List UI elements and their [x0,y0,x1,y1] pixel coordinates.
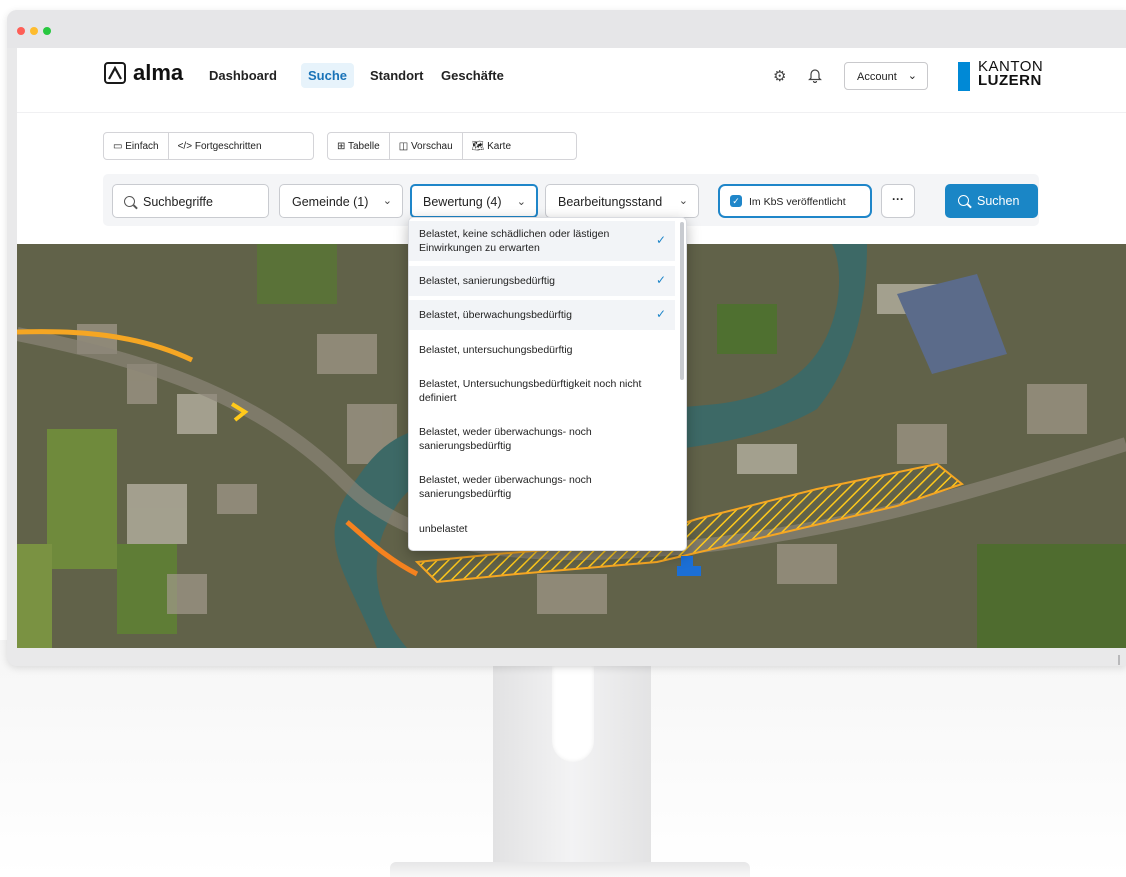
dropdown-option[interactable]: Belastet, sanierungsbedürftig ✓ [409,266,675,296]
nav-dashboard[interactable]: Dashboard [202,63,284,88]
app-screen: alma Dashboard Suche Standort Geschäfte … [17,48,1126,648]
bearbeitungsstand-filter[interactable]: Bearbeitungsstand ⌄ [545,184,699,218]
search-button-label: Suchen [977,194,1020,208]
search-icon [124,196,135,207]
option-label: Belastet, sanierungsbedürftig [419,275,556,287]
chevron-down-icon: ⌄ [382,195,392,207]
logo-text[interactable]: alma [133,60,183,86]
search-button[interactable]: Suchen [945,184,1038,218]
option-label: Belastet, weder überwachungs- noch sanie… [419,474,592,500]
view-tabelle-label: Tabelle [348,141,380,152]
option-label: Belastet, keine schädlichen oder lästige… [419,228,610,254]
dropdown-option[interactable]: Belastet, weder überwachungs- noch sanie… [409,421,675,461]
minimize-dot[interactable] [30,27,38,35]
mode-fortgeschritten-label: Fortgeschritten [194,141,262,152]
mode-einfach-label: Einfach [125,141,159,152]
nav-standort[interactable]: Standort [363,63,430,88]
monitor: alma Dashboard Suche Standort Geschäfte … [7,10,1126,666]
preview-icon: ◫ [398,141,409,152]
notification-bell-icon[interactable] [808,68,822,84]
gemeinde-label: Gemeinde (1) [292,195,369,209]
map-icon: 🗺 [471,141,485,152]
option-label: Belastet, untersuchungsbedürftig [419,344,573,356]
option-label: Belastet, weder überwachungs- noch sanie… [419,426,592,452]
check-icon: ✓ [655,233,666,247]
more-options-button[interactable]: ··· [881,184,915,218]
search-input[interactable]: Suchbegriffe [112,184,269,218]
search-mode-toggle: ▭ Einfach </> Fortgeschritten [103,132,314,160]
kbs-published-checkbox[interactable]: ✓ Im KbS veröffentlicht [718,184,872,218]
settings-gear-icon[interactable]: ⚙ [773,67,786,85]
search-icon [958,195,969,206]
view-tabelle-button[interactable]: ⊞ Tabelle [328,133,390,159]
kanton-luzern-brand: KANTON LUZERN [978,59,1043,89]
kanton-luzern-logo-icon [958,62,970,91]
dropdown-option[interactable]: Belastet, Untersuchungsbedürftigkeit noc… [409,373,675,413]
close-dot[interactable] [17,27,25,35]
table-icon: ⊞ [337,141,346,152]
dropdown-option[interactable]: Belastet, untersuchungsbedürftig [409,335,675,365]
monitor-chin [7,648,1126,666]
account-dropdown[interactable]: Account ⌄ [844,62,928,90]
dropdown-scrollbar[interactable] [680,222,684,380]
stand-cable-hole [552,666,594,762]
code-icon: </> [177,141,193,152]
monitor-chin-mark [1118,655,1120,665]
view-mode-toggle: ⊞ Tabelle ◫ Vorschau 🗺 Karte [327,132,577,160]
account-label: Account [857,71,897,83]
mode-einfach-button[interactable]: ▭ Einfach [104,133,169,159]
dropdown-option[interactable]: Belastet, überwachungsbedürftig ✓ [409,300,675,330]
view-karte-button[interactable]: 🗺 Karte [463,133,520,159]
window-titlebar [7,10,1126,48]
dropdown-option[interactable]: unbelastet [409,516,675,542]
search-placeholder: Suchbegriffe [143,195,213,209]
view-karte-label: Karte [487,141,512,152]
option-label: unbelastet [419,523,468,535]
chevron-down-icon: ⌄ [907,70,917,82]
bearbeitungsstand-label: Bearbeitungsstand [558,195,663,209]
simple-mode-icon: ▭ [113,141,123,152]
alma-logo-icon[interactable] [104,62,126,84]
bewertung-label: Bewertung (4) [423,195,502,209]
option-label: Belastet, überwachungsbedürftig [419,309,572,321]
nav-geschaefte[interactable]: Geschäfte [434,63,511,88]
mode-fortgeschritten-button[interactable]: </> Fortgeschritten [169,133,271,159]
view-vorschau-label: Vorschau [410,141,453,152]
app-header: alma Dashboard Suche Standort Geschäfte … [17,48,1126,113]
dropdown-option[interactable]: Belastet, keine schädlichen oder lästige… [409,221,675,261]
view-vorschau-button[interactable]: ◫ Vorschau [390,133,463,159]
check-icon: ✓ [655,273,666,287]
checkbox-checked-icon[interactable]: ✓ [730,195,742,207]
bewertung-dropdown-menu: Belastet, keine schädlichen oder lästige… [408,217,687,551]
maximize-dot[interactable] [43,27,51,35]
nav-suche[interactable]: Suche [301,63,355,88]
check-icon: ✓ [655,307,666,321]
gemeinde-filter[interactable]: Gemeinde (1) ⌄ [279,184,403,218]
brand-line-2: LUZERN [978,72,1042,89]
chevron-down-icon: ⌄ [516,196,526,208]
dropdown-option[interactable]: Belastet, weder überwachungs- noch sanie… [409,469,675,509]
monitor-base [390,862,750,877]
option-label: Belastet, Untersuchungsbedürftigkeit noc… [419,378,642,404]
chevron-down-icon: ⌄ [678,195,688,207]
kbs-label: Im KbS veröffentlicht [749,196,846,208]
bewertung-filter[interactable]: Bewertung (4) ⌄ [410,184,538,218]
